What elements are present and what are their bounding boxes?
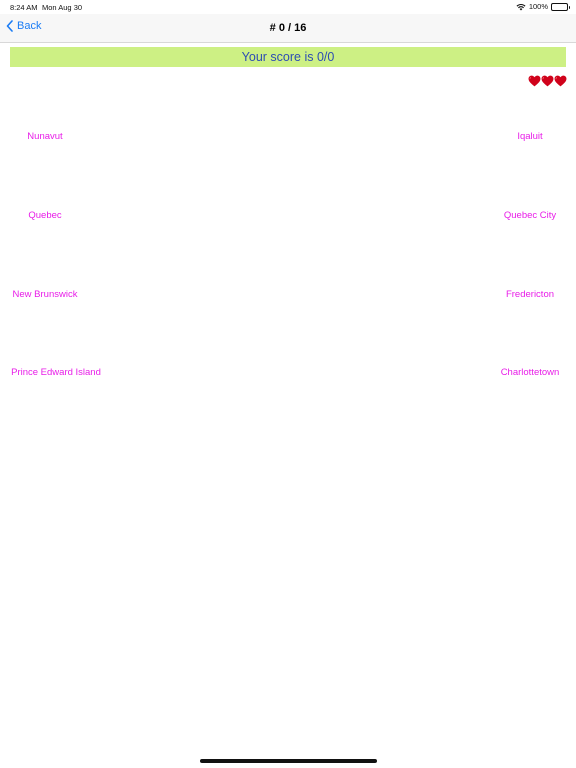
- wifi-icon: [516, 3, 526, 11]
- heart-icon: [528, 75, 541, 87]
- capital-item-fredericton[interactable]: Fredericton: [506, 289, 554, 300]
- navigation-bar: Back # 0 / 16: [0, 14, 576, 43]
- capital-item-iqaluit[interactable]: Iqaluit: [517, 131, 542, 142]
- lives-indicator: [528, 75, 567, 87]
- capital-item-quebec-city[interactable]: Quebec City: [504, 210, 556, 221]
- status-date: Mon Aug 30: [42, 3, 83, 12]
- battery-percent: 100%: [528, 2, 548, 11]
- status-time: 8:24 AM: [10, 3, 38, 12]
- battery-icon: [551, 2, 570, 11]
- province-item-quebec[interactable]: Quebec: [28, 210, 61, 221]
- status-right: 100%: [516, 2, 570, 11]
- status-bar: 8:24 AM Mon Aug 30 100%: [0, 0, 576, 14]
- page-title: # 0 / 16: [269, 22, 307, 34]
- score-banner: Your score is 0/0: [10, 47, 566, 67]
- province-item-new-brunswick[interactable]: New Brunswick: [13, 289, 78, 300]
- heart-icon: [541, 75, 554, 87]
- capital-item-charlottetown[interactable]: Charlottetown: [501, 367, 560, 378]
- home-indicator[interactable]: [200, 759, 377, 763]
- heart-icon: [554, 75, 567, 87]
- province-item-nunavut[interactable]: Nunavut: [27, 131, 62, 142]
- province-item-prince-edward-island[interactable]: Prince Edward Island: [11, 367, 101, 378]
